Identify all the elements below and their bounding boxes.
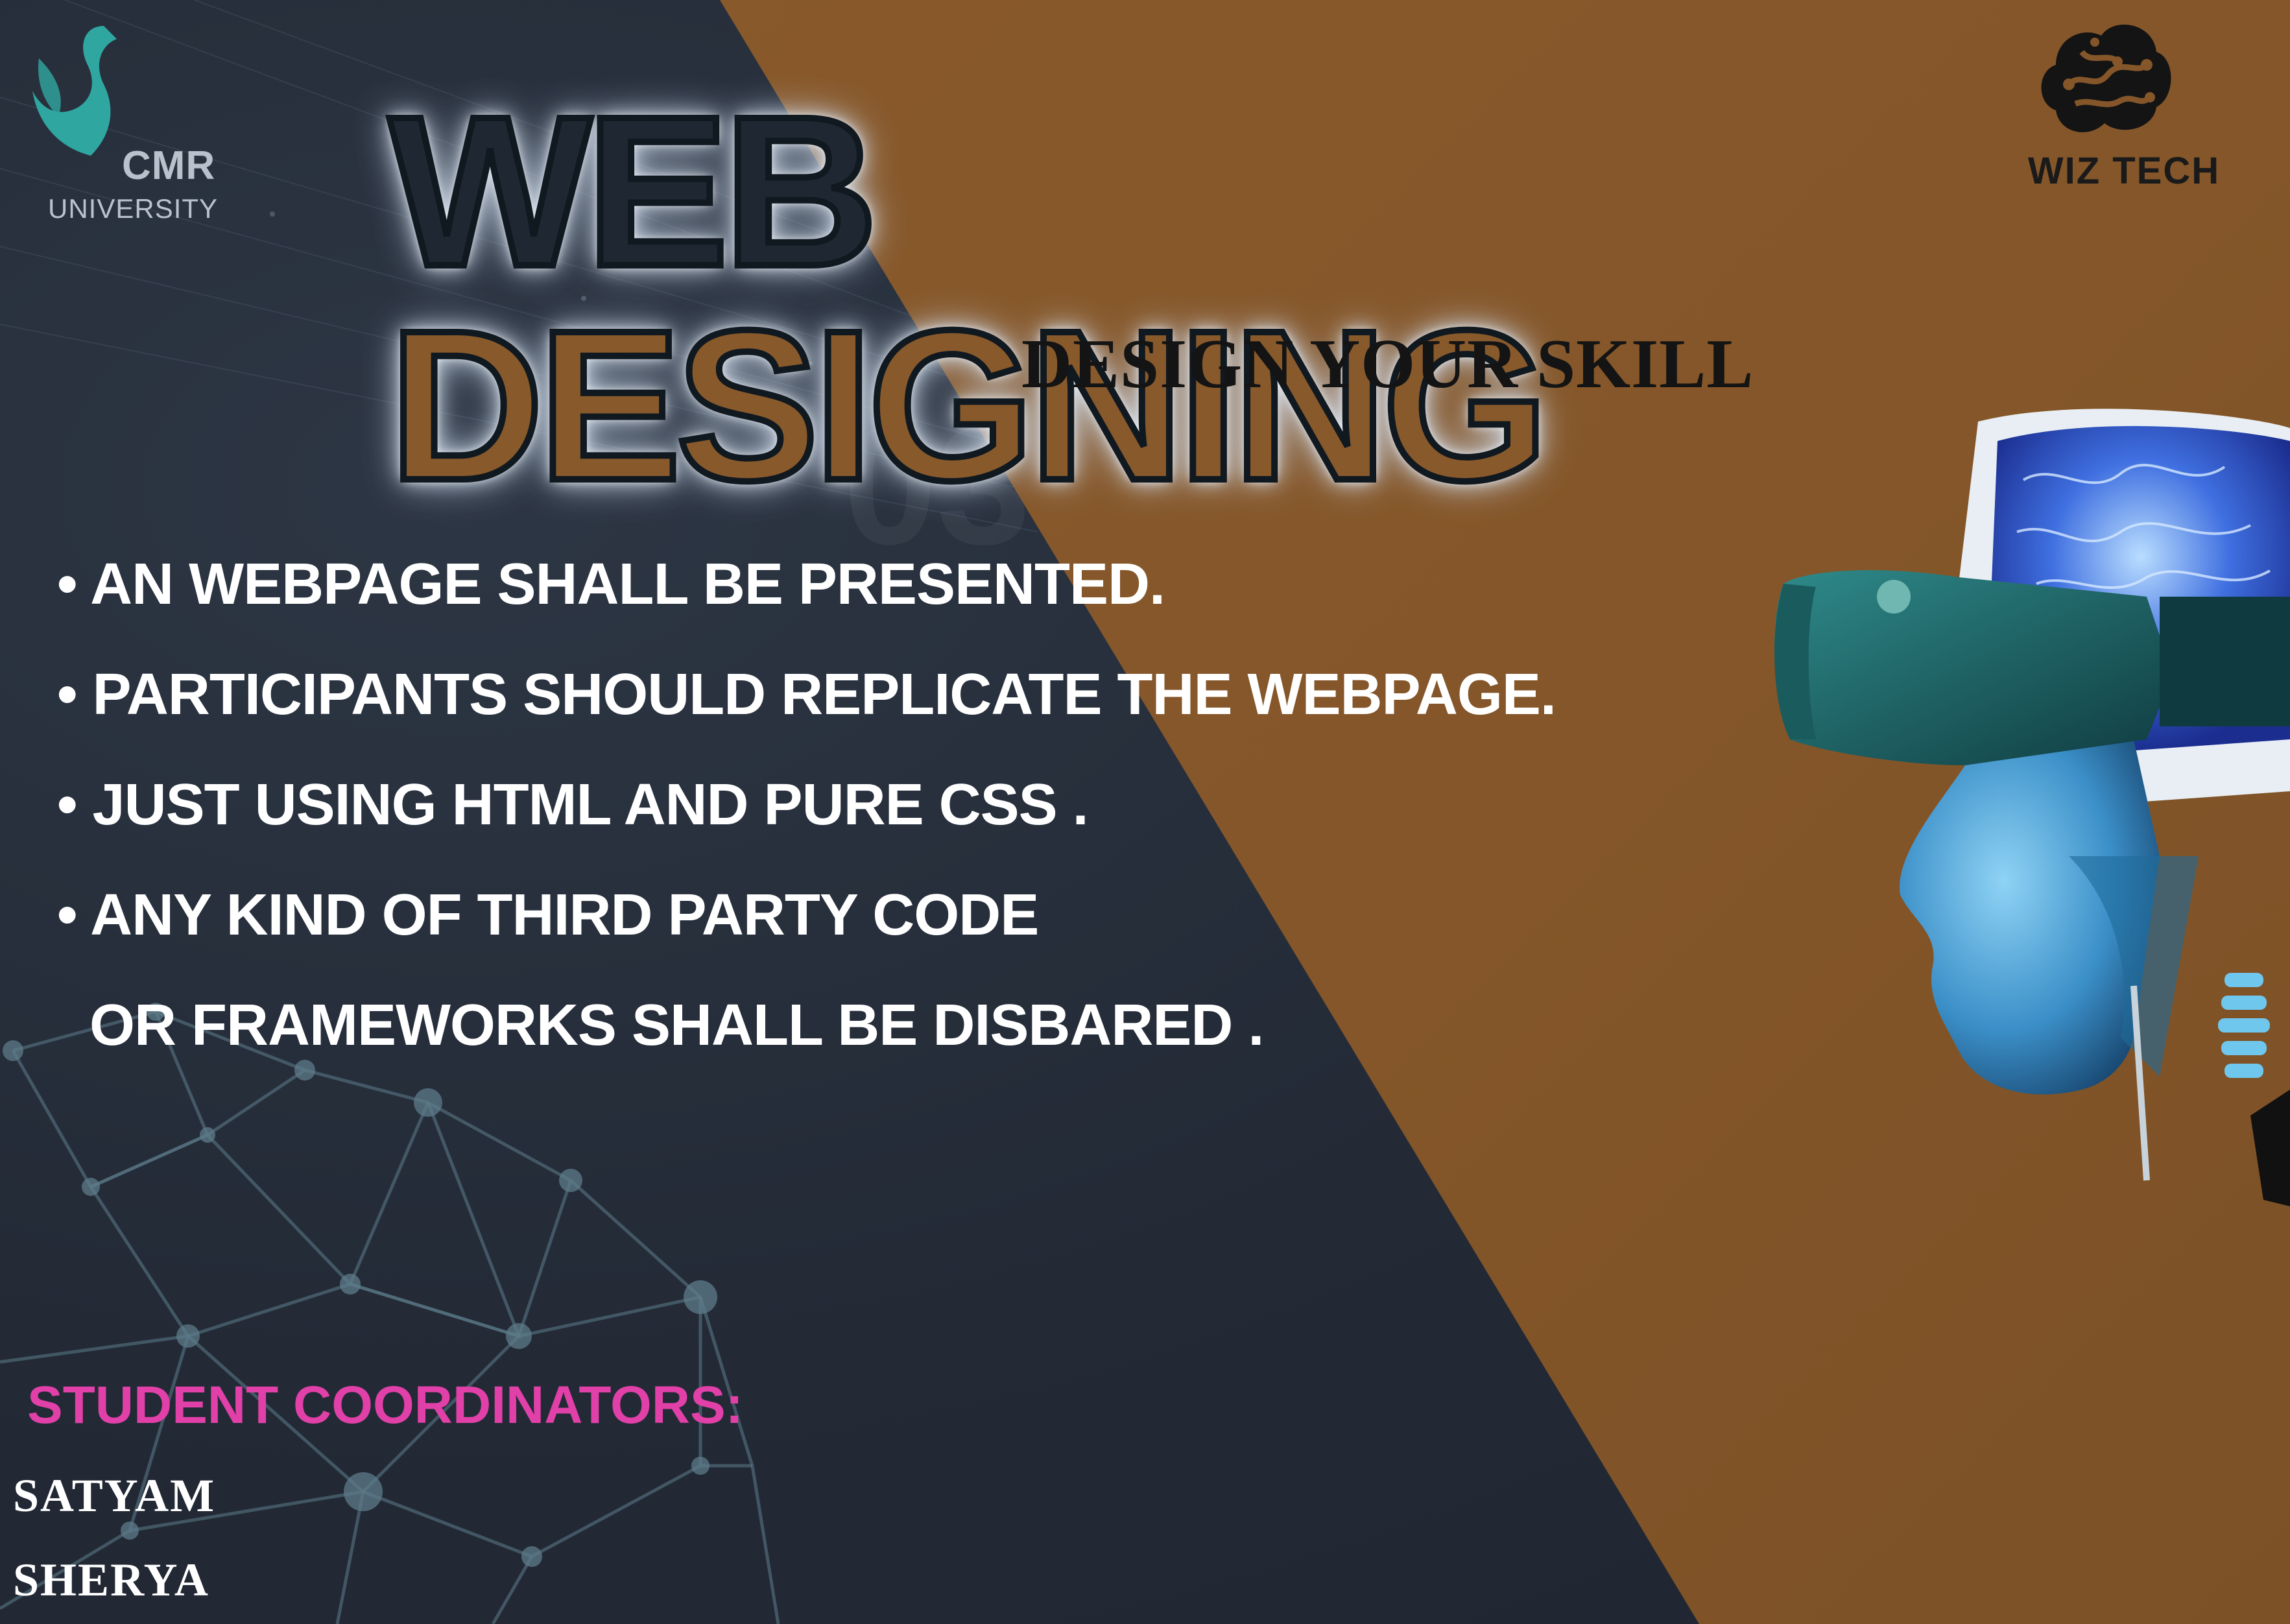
coordinators-heading: STUDENT COORDINATORS: [27,1376,743,1435]
swan-logo-icon [32,26,117,156]
robot-head-with-vr-headset-image [1774,409,2290,1206]
rule-item: • JUST USING HTML AND PURE CSS . [57,772,1089,837]
event-subtitle: DESIGN YOUR SKILL [1021,326,1754,403]
brain-circuit-logo-icon [2041,24,2171,132]
event-title: WEB DESIGNING [386,81,1881,516]
coordinator-name: SHERYA [13,1554,209,1606]
rule-item-continuation: OR FRAMEWORKS SHALL BE DISBARED . [89,993,1264,1058]
coordinator-name: SATYAM [13,1470,216,1522]
rule-item: • PARTICIPANTS SHOULD REPLICATE THE WEBP… [57,662,1556,727]
rule-item: • AN WEBPAGE SHALL BE PRESENTED. [57,552,1165,617]
wiz-tech-logo: WIZ TECH [2010,13,2237,192]
network-mesh-decoration [0,1003,780,1624]
wiz-tech-logo-name: WIZ TECH [2027,150,2221,192]
cmr-university-logo: CMR UNIVERSITY [26,19,217,224]
title-word-designing: DESIGNING [386,285,1552,525]
cmr-logo-subtitle: UNIVERSITY [48,193,219,224]
title-word-web: WEB [386,71,881,311]
rule-item: • ANY KIND OF THIRD PARTY CODE [57,883,1039,948]
cmr-logo-name: CMR [122,143,216,188]
